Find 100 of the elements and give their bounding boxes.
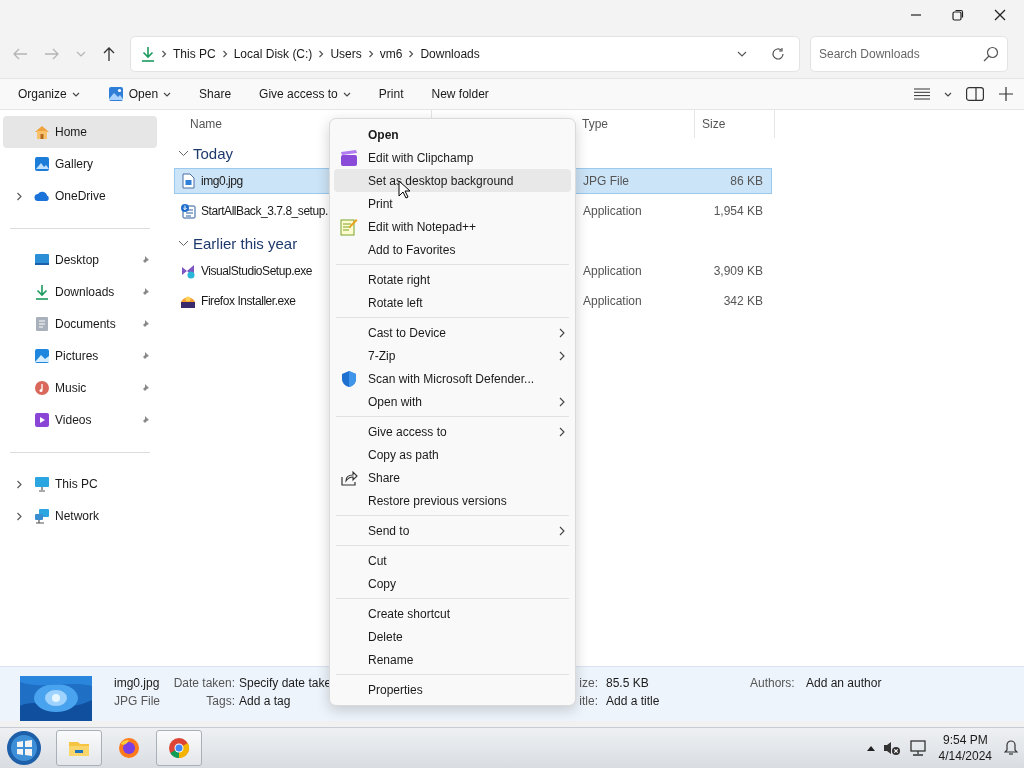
sidebar-item[interactable]: Pictures <box>3 340 157 372</box>
file-name[interactable]: StartAllBack_3.7.8_setup. <box>201 204 328 218</box>
caret-icon[interactable] <box>944 91 952 97</box>
file-name[interactable]: VisualStudioSetup.exe <box>201 264 313 278</box>
menu-item[interactable]: Cast to Device <box>334 321 571 344</box>
sidebar-item[interactable]: Music <box>3 372 157 404</box>
sidebar-item[interactable]: This PC <box>3 468 157 500</box>
sidebar-label: Home <box>55 125 88 139</box>
toolbar-button[interactable]: Open <box>97 81 182 107</box>
breadcrumb-item[interactable]: Users <box>330 47 362 61</box>
menu-item[interactable]: Edit with Clipchamp <box>334 146 571 169</box>
sidebar-item[interactable]: Videos <box>3 404 157 436</box>
toolbar-button[interactable]: Share <box>189 81 242 107</box>
breadcrumb-item[interactable]: This PC <box>173 47 216 61</box>
clock[interactable]: 9:54 PM 4/14/2024 <box>938 732 992 764</box>
search-field[interactable]: Search Downloads <box>810 36 1008 72</box>
browser-icon <box>117 736 141 760</box>
menu-item[interactable]: Copy as path <box>334 443 571 466</box>
property-value[interactable]: Add a title <box>606 694 745 712</box>
refresh-icon[interactable] <box>771 47 785 61</box>
notification-icon[interactable] <box>1004 740 1018 756</box>
breadcrumb-item[interactable]: vm6 <box>379 47 403 61</box>
breadcrumb-item[interactable]: Downloads <box>420 47 480 61</box>
caret-icon <box>71 91 80 97</box>
menu-item[interactable]: Restore previous versions <box>334 489 571 512</box>
property-value[interactable]: Add an author <box>806 676 1024 694</box>
toolbar-button[interactable]: Print <box>368 81 414 107</box>
property-value[interactable]: 85.5 KB <box>606 676 745 694</box>
address-bar[interactable]: This PC Local Disk (C:) Users vm6 Downloads <box>130 36 800 72</box>
menu-item[interactable]: Edit with Notepad++ <box>334 215 571 238</box>
chevron-icon[interactable] <box>367 50 374 58</box>
file-size: 3,909 KB <box>712 264 763 278</box>
toolbar-button[interactable]: New folder <box>421 81 499 107</box>
menu-item[interactable]: Share <box>334 466 571 489</box>
toolbar-button[interactable]: Give access to <box>249 81 361 107</box>
group-header[interactable]: Earlier this year <box>174 228 298 258</box>
plus-icon[interactable] <box>998 86 1014 102</box>
menu-item[interactable]: Rotate right <box>334 268 571 291</box>
sidebar-item[interactable]: Home <box>3 116 157 148</box>
up-arrow-icon[interactable] <box>102 46 116 62</box>
chevron-icon[interactable] <box>161 50 167 58</box>
search-icon[interactable] <box>983 46 999 62</box>
chevron-icon <box>178 239 189 247</box>
menu-item[interactable]: Cut <box>334 549 571 572</box>
menu-item[interactable]: Rotate left <box>334 291 571 314</box>
menu-item[interactable]: Send to <box>334 519 571 542</box>
music-icon <box>34 380 50 396</box>
column-header[interactable]: Size <box>695 110 775 138</box>
sidebar-label: Desktop <box>55 253 101 267</box>
sidebar-item[interactable]: Desktop <box>3 244 157 276</box>
file-name[interactable]: Firefox Installer.exe <box>201 294 296 308</box>
sidebar-item[interactable]: Gallery <box>3 148 157 180</box>
network-icon[interactable] <box>908 740 927 756</box>
chevron-icon[interactable] <box>15 511 22 521</box>
menu-item[interactable]: Add to Favorites <box>334 238 571 261</box>
download-icon <box>141 46 155 62</box>
network-icon <box>34 508 50 524</box>
property-value[interactable]: Add a tag <box>239 694 330 712</box>
menu-item[interactable]: Print <box>334 192 571 215</box>
property-label: Authors: <box>750 676 796 692</box>
shield-icon <box>340 369 358 388</box>
muted-speaker-icon[interactable] <box>882 740 901 756</box>
list-view-icon[interactable] <box>914 88 930 100</box>
menu-item[interactable]: Open with <box>334 390 571 413</box>
chevron-icon[interactable] <box>408 50 415 58</box>
breadcrumb-item[interactable]: Local Disk (C:) <box>233 47 313 61</box>
installer-icon <box>180 263 196 279</box>
menu-item[interactable]: Copy <box>334 572 571 595</box>
chevron-icon[interactable] <box>15 191 22 201</box>
menu-item[interactable]: Create shortcut <box>334 602 571 625</box>
sidebar-item[interactable]: Downloads <box>3 276 157 308</box>
menu-item[interactable]: Delete <box>334 625 571 648</box>
group-header[interactable]: Today <box>174 138 234 168</box>
caret-icon[interactable] <box>737 51 747 57</box>
sidebar-item[interactable]: OneDrive <box>3 180 157 212</box>
sidebar-item[interactable]: Network <box>3 500 157 532</box>
chevron-icon[interactable] <box>15 479 22 489</box>
home-icon <box>34 124 50 140</box>
sidebar-label: Network <box>55 509 100 523</box>
image-file-icon <box>180 173 196 189</box>
menu-item[interactable]: Properties <box>334 678 571 701</box>
file-type: Application <box>582 264 643 278</box>
restore-icon[interactable] <box>952 9 964 21</box>
menu-item[interactable]: Give access to <box>334 420 571 443</box>
menu-item[interactable]: 7-Zip <box>334 344 571 367</box>
start-button[interactable] <box>6 730 42 766</box>
taskbar-button[interactable] <box>156 730 202 766</box>
toolbar-button[interactable]: Organize <box>8 81 90 107</box>
chevron-icon[interactable] <box>318 50 325 58</box>
chevron-icon[interactable] <box>221 50 228 58</box>
menu-item[interactable]: Scan with Microsoft Defender... <box>334 367 571 390</box>
file-name: img0.jpg <box>201 174 243 188</box>
sidebar-label: Pictures <box>55 349 100 363</box>
details-pane-icon[interactable] <box>966 87 984 101</box>
sidebar-item[interactable]: Documents <box>3 308 157 340</box>
close-icon[interactable] <box>994 9 1006 21</box>
caret-up-icon[interactable] <box>866 745 875 751</box>
file-type: JPG File <box>114 694 161 710</box>
picture-icon <box>34 348 50 364</box>
menu-item[interactable]: Rename <box>334 648 571 671</box>
